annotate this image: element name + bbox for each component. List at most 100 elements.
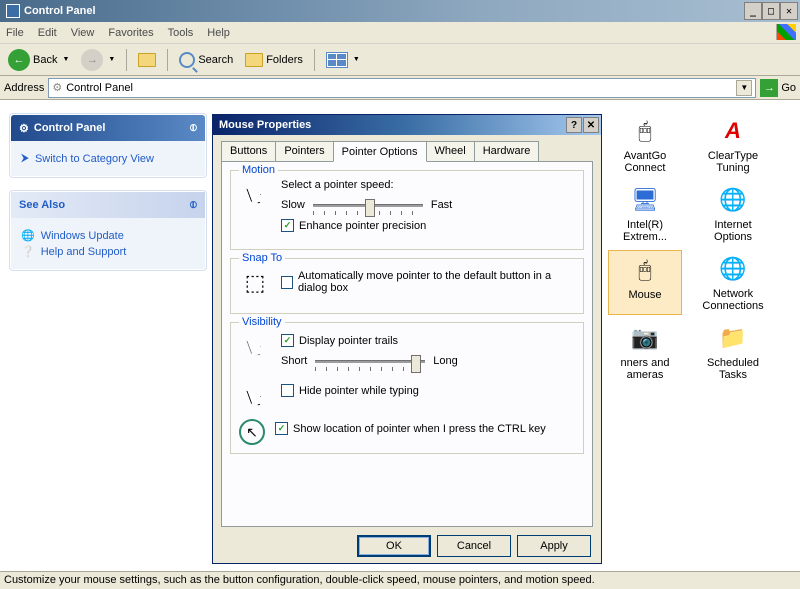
up-button[interactable] xyxy=(134,51,160,69)
search-label: Search xyxy=(198,54,233,66)
switch-icon: ⮞ xyxy=(21,152,29,165)
group-motion: Motion Select a pointer speed: Slow Fast… xyxy=(230,170,584,250)
cancel-button[interactable]: Cancel xyxy=(437,535,511,557)
icon-internet-options[interactable]: 🌐 Internet Options xyxy=(696,181,770,246)
fast-label: Fast xyxy=(431,199,452,211)
back-button[interactable]: ← Back ▼ xyxy=(4,47,73,73)
switch-category-label: Switch to Category View xyxy=(35,153,154,165)
address-value: Control Panel xyxy=(66,82,732,94)
content-area: ⚙ Control Panel ⦶ ⮞ Switch to Category V… xyxy=(0,100,800,567)
maximize-button[interactable]: □ xyxy=(762,2,780,20)
windows-update-link[interactable]: 🌐 Windows Update xyxy=(21,229,195,242)
tab-wheel[interactable]: Wheel xyxy=(426,141,475,161)
menu-edit[interactable]: Edit xyxy=(38,27,57,39)
icon-avantgo[interactable]: 🖱 AvantGo Connect xyxy=(608,112,682,177)
network-icon: 🌐 xyxy=(717,253,749,285)
icon-scanners-cameras[interactable]: 📷 nners and ameras xyxy=(608,319,682,384)
globe-icon: 🌐 xyxy=(21,229,35,242)
go-button[interactable]: → Go xyxy=(760,79,796,97)
status-text: Customize your mouse settings, such as t… xyxy=(4,574,595,586)
sync-icon: 🖱 xyxy=(629,115,661,147)
window-titlebar: Control Panel _ □ ✕ xyxy=(0,0,800,22)
display-icon: 🖥 xyxy=(629,184,661,216)
internet-icon: 🌐 xyxy=(717,184,749,216)
snapto-checkbox[interactable] xyxy=(281,276,293,289)
menu-tools[interactable]: Tools xyxy=(168,27,194,39)
hide-pointer-icon xyxy=(239,381,271,413)
tab-body: Motion Select a pointer speed: Slow Fast… xyxy=(221,161,593,527)
ok-button[interactable]: OK xyxy=(357,535,431,557)
tab-buttons[interactable]: Buttons xyxy=(221,141,276,161)
dialog-button-row: OK Cancel Apply xyxy=(213,535,601,567)
pointer-speed-icon xyxy=(239,179,271,211)
dialog-title: Mouse Properties xyxy=(219,119,311,131)
search-button[interactable]: Search xyxy=(175,50,237,70)
snapto-label: Automatically move pointer to the defaul… xyxy=(298,270,575,294)
folders-button[interactable]: Folders xyxy=(241,51,307,69)
trails-checkbox[interactable]: ✓ xyxy=(281,334,294,347)
tasks-icon: 📁 xyxy=(717,322,749,354)
hide-typing-label: Hide pointer while typing xyxy=(299,385,419,397)
icon-label: Intel(R) Extrem... xyxy=(608,219,682,243)
menu-favorites[interactable]: Favorites xyxy=(108,27,153,39)
windows-flag-icon xyxy=(776,24,796,40)
collapse-icon[interactable]: ⦶ xyxy=(190,123,197,134)
icon-label: nners and ameras xyxy=(608,357,682,381)
icon-intel[interactable]: 🖥 Intel(R) Extrem... xyxy=(608,181,682,246)
menu-help[interactable]: Help xyxy=(207,27,230,39)
go-label: Go xyxy=(781,82,796,94)
toolbar: ← Back ▼ →▼ Search Folders ▼ xyxy=(0,44,800,76)
motion-legend: Motion xyxy=(239,164,278,176)
trails-slider[interactable]: Short Long xyxy=(281,351,575,371)
help-support-label: Help and Support xyxy=(41,246,127,258)
ctrl-locate-label: Show location of pointer when I press th… xyxy=(293,423,546,435)
tab-hardware[interactable]: Hardware xyxy=(474,141,540,161)
dialog-help-button[interactable]: ? xyxy=(566,117,582,133)
enhance-precision-checkbox[interactable]: ✓ xyxy=(281,219,294,232)
icon-scheduled-tasks[interactable]: 📁 Scheduled Tasks xyxy=(696,319,770,384)
pointer-speed-slider[interactable]: Slow Fast xyxy=(281,195,575,215)
left-pane: ⚙ Control Panel ⦶ ⮞ Switch to Category V… xyxy=(10,114,206,284)
dialog-titlebar: Mouse Properties ? ✕ xyxy=(213,115,601,135)
panel-title: Control Panel xyxy=(34,122,106,134)
tab-pointer-options[interactable]: Pointer Options xyxy=(333,141,427,162)
apply-button[interactable]: Apply xyxy=(517,535,591,557)
menu-view[interactable]: View xyxy=(71,27,95,39)
icon-label: Network Connections xyxy=(696,288,770,312)
search-icon xyxy=(179,52,195,68)
icon-grid: 🖱 AvantGo Connect A ClearType Tuning 🖥 I… xyxy=(608,112,788,384)
app-icon xyxy=(6,4,20,18)
menu-file[interactable]: File xyxy=(6,27,24,39)
control-panel-icon: ⚙ xyxy=(52,81,62,94)
cleartype-icon: A xyxy=(717,115,749,147)
dialog-close-button[interactable]: ✕ xyxy=(583,117,599,133)
views-icon xyxy=(326,52,348,68)
camera-icon: 📷 xyxy=(629,322,661,354)
icon-cleartype[interactable]: A ClearType Tuning xyxy=(696,112,770,177)
see-also-title: See Also xyxy=(19,199,65,211)
minimize-button[interactable]: _ xyxy=(744,2,762,20)
close-button[interactable]: ✕ xyxy=(780,2,798,20)
help-support-link[interactable]: ❔ Help and Support xyxy=(21,245,195,258)
ctrl-locate-checkbox[interactable]: ✓ xyxy=(275,422,288,435)
trails-icon xyxy=(239,331,271,363)
icon-label: Internet Options xyxy=(696,219,770,243)
icon-label: ClearType Tuning xyxy=(696,150,770,174)
mouse-icon: 🖱 xyxy=(629,254,661,286)
forward-button[interactable]: →▼ xyxy=(77,47,119,73)
enhance-precision-label: Enhance pointer precision xyxy=(299,220,426,232)
hide-typing-checkbox[interactable] xyxy=(281,384,294,397)
tab-pointers[interactable]: Pointers xyxy=(275,141,333,161)
control-panel-icon: ⚙ xyxy=(19,122,29,135)
icon-label: AvantGo Connect xyxy=(608,150,682,174)
pointer-speed-label: Select a pointer speed: xyxy=(281,179,575,191)
switch-category-view-link[interactable]: ⮞ Switch to Category View xyxy=(21,152,195,165)
collapse-icon[interactable]: ⦶ xyxy=(190,200,197,211)
views-button[interactable]: ▼ xyxy=(322,50,364,70)
address-input[interactable]: ⚙ Control Panel ▼ xyxy=(48,78,756,98)
windows-update-label: Windows Update xyxy=(41,230,124,242)
address-dropdown-button[interactable]: ▼ xyxy=(736,80,752,96)
icon-network[interactable]: 🌐 Network Connections xyxy=(696,250,770,315)
icon-mouse[interactable]: 🖱 Mouse xyxy=(608,250,682,315)
visibility-legend: Visibility xyxy=(239,316,285,328)
